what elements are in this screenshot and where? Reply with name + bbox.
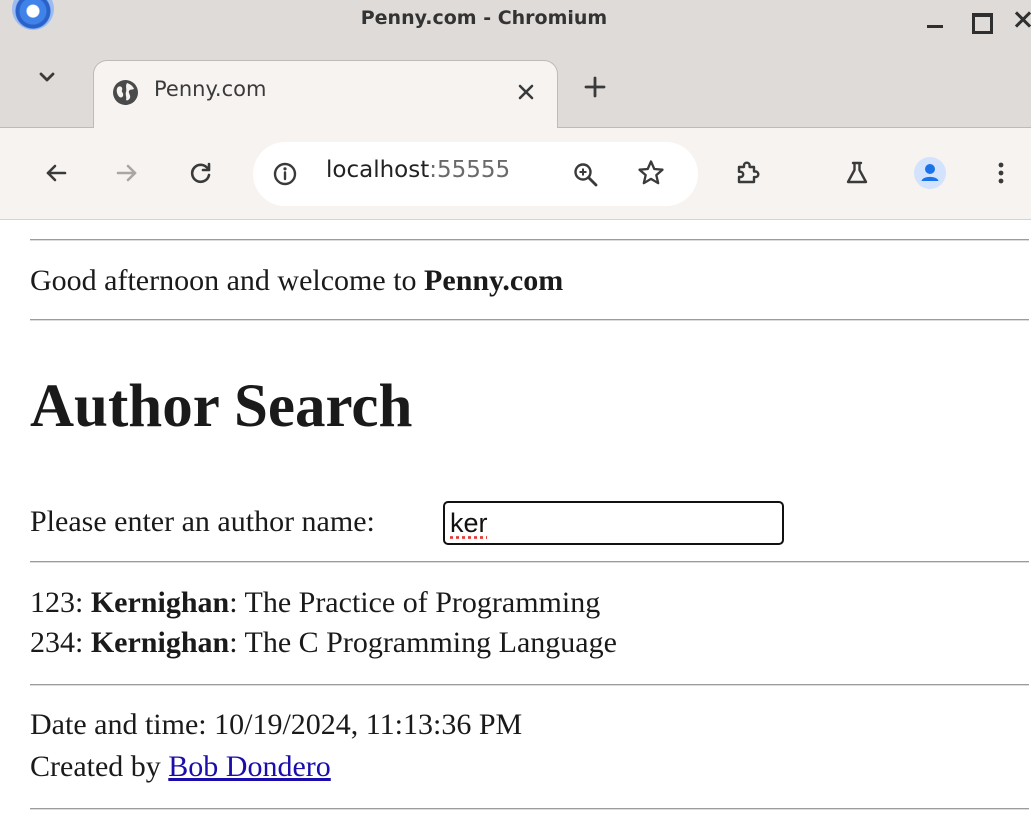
close-window-button[interactable] <box>1010 4 1031 34</box>
info-icon[interactable] <box>270 159 300 189</box>
tab-strip: Penny.com <box>0 40 1031 129</box>
title-bar: Penny.com - Chromium <box>0 0 1031 40</box>
datetime-value: 10/19/2024, 11:13:36 PM <box>214 708 523 741</box>
chevron-down-icon[interactable] <box>32 62 62 92</box>
divider <box>30 561 1029 563</box>
url-port: :55555 <box>429 157 511 183</box>
close-icon[interactable] <box>512 78 540 106</box>
page-title: Author Search <box>30 373 413 440</box>
result-id: 234: <box>30 626 91 659</box>
created-by-label: Created by <box>30 750 169 783</box>
puzzle-icon[interactable] <box>733 158 763 188</box>
greeting: Good afternoon and welcome to Penny.com <box>30 264 563 298</box>
datetime-label: Date and time: <box>30 708 215 741</box>
search-label: Please enter an author name: <box>30 505 375 538</box>
forward-arrow-icon[interactable] <box>112 158 142 188</box>
back-arrow-icon[interactable] <box>41 158 71 188</box>
divider <box>30 319 1029 321</box>
result-author: Kernighan <box>90 626 230 659</box>
profile-icon[interactable] <box>914 157 946 189</box>
star-icon[interactable] <box>636 158 666 188</box>
created-by-line: Created by Bob Dondero <box>30 750 331 784</box>
tab-title: Penny.com <box>154 77 267 101</box>
browser-toolbar: localhost:55555 <box>0 128 1031 220</box>
result-author: Kernighan <box>90 586 230 619</box>
address-bar[interactable]: localhost:55555 <box>253 142 698 206</box>
divider <box>30 808 1029 810</box>
page-content: Good afternoon and welcome to Penny.com … <box>0 221 1031 839</box>
greeting-text: Good afternoon and welcome to <box>30 264 425 297</box>
kebab-menu-icon[interactable] <box>986 158 1016 188</box>
globe-icon <box>112 79 139 106</box>
author-search-input[interactable] <box>443 501 784 545</box>
divider <box>30 239 1029 241</box>
result-title: : The Practice of Programming <box>229 586 601 619</box>
divider <box>30 684 1029 686</box>
zoom-icon[interactable] <box>571 160 601 190</box>
browser-window: Penny.com - Chromium Penny.com localhost… <box>0 0 1031 839</box>
result-item: 234: Kernighan: The C Programming Langua… <box>30 626 617 660</box>
tab-penny[interactable]: Penny.com <box>93 60 558 129</box>
result-item: 123: Kernighan: The Practice of Programm… <box>30 586 600 620</box>
window-title: Penny.com - Chromium <box>360 7 608 29</box>
author-link[interactable]: Bob Dondero <box>168 750 330 783</box>
url-host: localhost <box>326 157 430 183</box>
result-id: 123: <box>30 586 91 619</box>
url-text[interactable]: localhost:55555 <box>326 157 510 183</box>
greeting-site-name: Penny.com <box>424 264 564 297</box>
flask-icon[interactable] <box>842 158 872 188</box>
result-title: : The C Programming Language <box>229 626 617 659</box>
reload-icon[interactable] <box>186 158 216 188</box>
maximize-button[interactable] <box>966 4 996 34</box>
minimize-button[interactable] <box>921 4 951 34</box>
datetime-line: Date and time: 10/19/2024, 11:13:36 PM <box>30 708 522 742</box>
plus-icon[interactable] <box>580 72 610 102</box>
